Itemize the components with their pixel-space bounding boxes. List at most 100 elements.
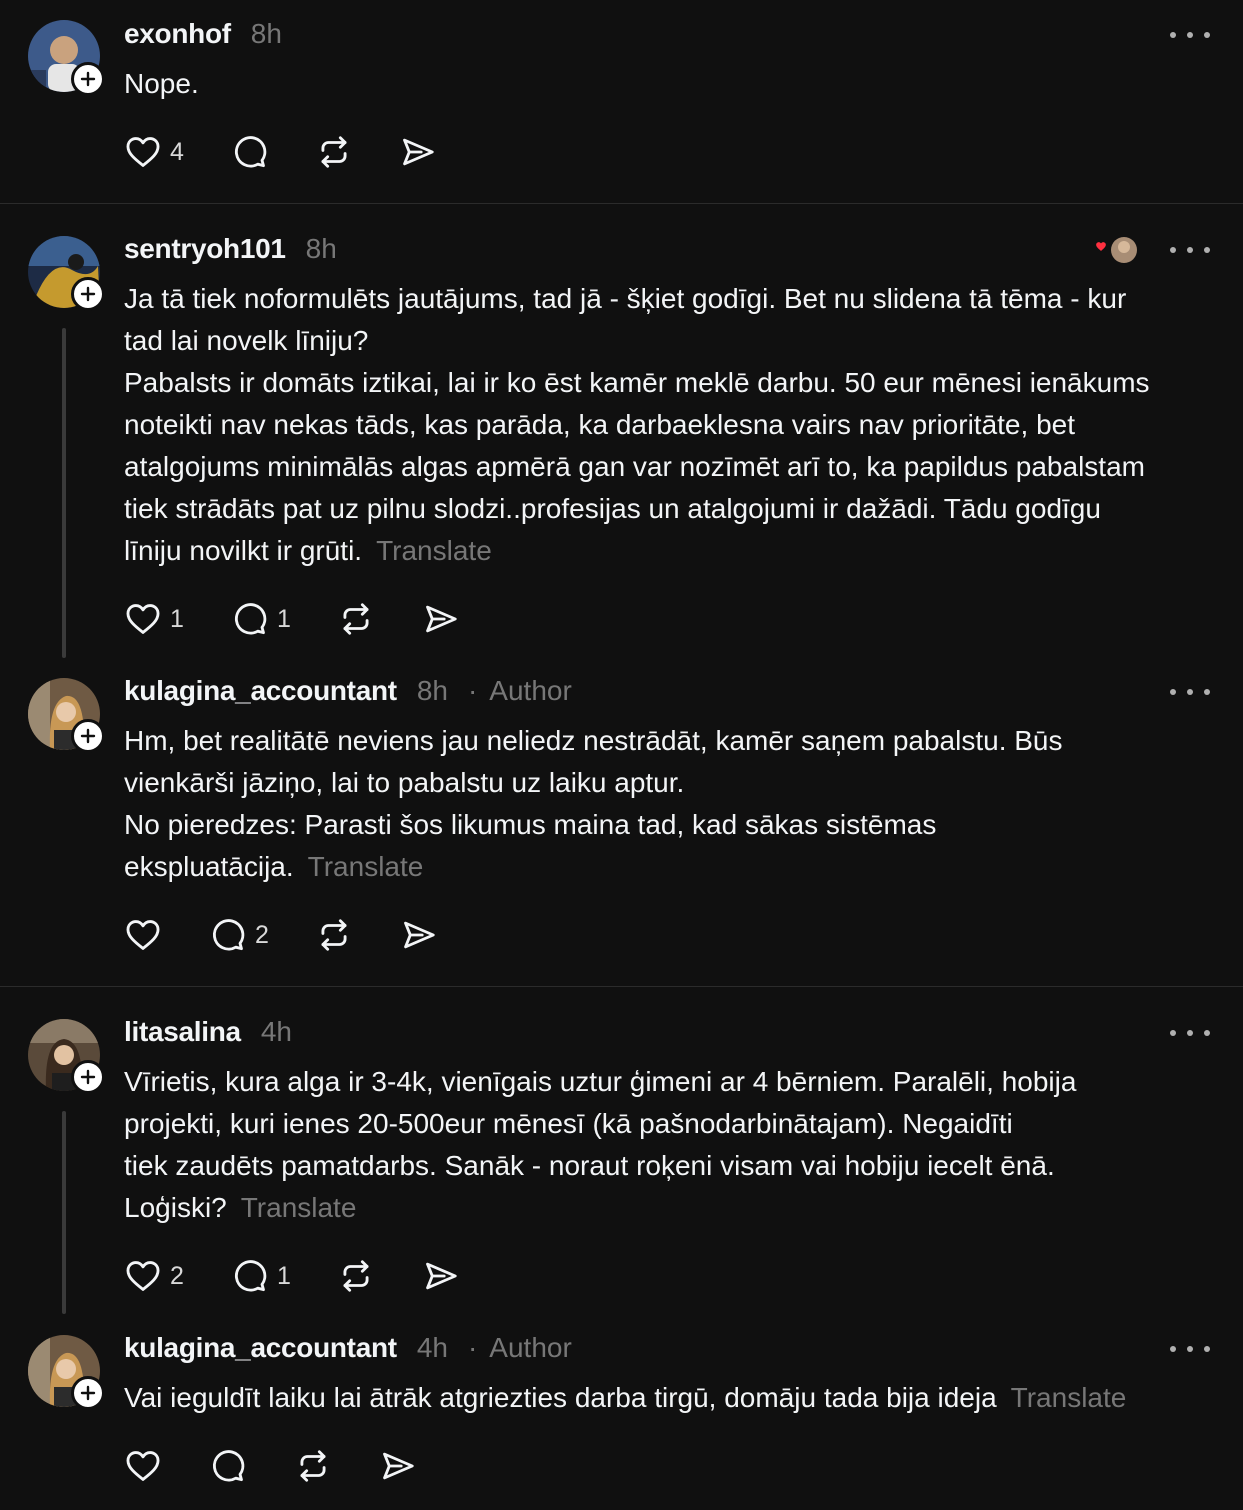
- post-body: Ja tā tiek noformulēts jautājums, tad jā…: [124, 278, 1224, 572]
- timestamp[interactable]: 4h: [261, 1016, 292, 1048]
- repost-button[interactable]: [315, 132, 353, 172]
- username[interactable]: kulagina_accountant: [124, 1332, 397, 1364]
- more-icon-dot: [1204, 689, 1210, 695]
- follow-button[interactable]: [71, 1060, 105, 1094]
- share-button[interactable]: [379, 1446, 417, 1486]
- timestamp[interactable]: 8h: [306, 233, 337, 265]
- username[interactable]: sentryoh101: [124, 233, 286, 265]
- like-button[interactable]: 2: [124, 1256, 184, 1296]
- post-text-line: Vai ieguldīt laiku lai ātrāk atgriezties…: [124, 1382, 997, 1413]
- more-button[interactable]: [1170, 25, 1210, 45]
- post-body: Hm, bet realitātē neviens jau neliedz ne…: [124, 720, 1224, 888]
- more-button[interactable]: [1170, 1023, 1210, 1043]
- more-icon-dot: [1170, 32, 1176, 38]
- follow-button[interactable]: [71, 62, 105, 96]
- reply-button[interactable]: 1: [231, 1256, 291, 1296]
- timestamp[interactable]: 4h: [417, 1332, 448, 1364]
- author-label: Author: [489, 675, 572, 706]
- more-icon-dot: [1187, 1346, 1193, 1352]
- username[interactable]: exonhof: [124, 18, 231, 50]
- comment-icon: [209, 1447, 247, 1485]
- heart-icon: [124, 1257, 162, 1295]
- more-icon-dot: [1170, 1346, 1176, 1352]
- like-button[interactable]: 4: [124, 132, 184, 172]
- reply-count: 2: [255, 920, 269, 949]
- post-header: kulagina_accountant 8h · Author: [124, 675, 572, 711]
- reply-count: 1: [277, 1261, 291, 1290]
- more-button[interactable]: [1170, 682, 1210, 702]
- reply-button[interactable]: [231, 132, 269, 172]
- more-icon-dot: [1204, 1346, 1210, 1352]
- post-text-line: Ja tā tiek noformulēts jautājums, tad jā…: [124, 283, 1127, 314]
- heart-icon: [124, 600, 162, 638]
- like-count: 4: [170, 137, 184, 166]
- share-icon: [399, 133, 437, 171]
- reply-button[interactable]: [209, 1446, 247, 1486]
- comment-icon: [209, 916, 247, 954]
- post-text-line: projekti, kuri ienes 20-500eur mēnesī (k…: [124, 1108, 1013, 1139]
- timestamp[interactable]: 8h: [251, 18, 282, 50]
- share-button[interactable]: [422, 599, 460, 639]
- more-icon-dot: [1170, 247, 1176, 253]
- thread-line: [62, 1111, 66, 1314]
- more-icon-dot: [1170, 1030, 1176, 1036]
- repost-button[interactable]: [294, 1446, 332, 1486]
- like-button[interactable]: [124, 1446, 162, 1486]
- separator-dot: ·: [467, 1332, 478, 1363]
- post-text-line: tad lai novelk līniju?: [124, 325, 369, 356]
- post-body: Vīrietis, kura alga ir 3-4k, vienīgais u…: [124, 1061, 1224, 1229]
- post-text-line: tiek strādāts pat uz pilnu slodzi..profe…: [124, 493, 1101, 524]
- plus-icon: [79, 1384, 97, 1402]
- post-body: Nope.: [124, 63, 1224, 105]
- more-button[interactable]: [1170, 240, 1210, 260]
- share-button[interactable]: [399, 132, 437, 172]
- translate-link[interactable]: Translate: [376, 535, 492, 566]
- more-icon-dot: [1204, 32, 1210, 38]
- comment-icon: [231, 133, 269, 171]
- author-badge: · Author: [468, 1332, 572, 1364]
- reply-count: 1: [277, 604, 291, 633]
- repost-button[interactable]: [315, 915, 353, 955]
- post-text-line: Vīrietis, kura alga ir 3-4k, vienīgais u…: [124, 1066, 1077, 1097]
- like-button[interactable]: [124, 915, 162, 955]
- share-icon: [422, 1257, 460, 1295]
- thread-line: [62, 328, 66, 658]
- more-icon-dot: [1204, 247, 1210, 253]
- heart-icon: [124, 133, 162, 171]
- username[interactable]: litasalina: [124, 1016, 241, 1048]
- post-header: litasalina 4h: [124, 1016, 292, 1052]
- post-body: Vai ieguldīt laiku lai ātrāk atgriezties…: [124, 1377, 1224, 1419]
- follow-button[interactable]: [71, 1376, 105, 1410]
- post-header: kulagina_accountant 4h · Author: [124, 1332, 572, 1368]
- repost-icon: [315, 133, 353, 171]
- heart-icon: [1096, 242, 1106, 251]
- reply-button[interactable]: 2: [209, 915, 269, 955]
- divider: [0, 203, 1243, 204]
- plus-icon: [79, 1068, 97, 1086]
- post-text-line: atalgojums minimālās algas apmērā gan va…: [124, 451, 1145, 482]
- share-button[interactable]: [422, 1256, 460, 1296]
- liked-by-author-indicator: [1094, 236, 1140, 266]
- translate-link[interactable]: Translate: [1011, 1382, 1127, 1413]
- separator-dot: ·: [467, 675, 478, 706]
- repost-button[interactable]: [337, 1256, 375, 1296]
- divider: [0, 986, 1243, 987]
- repost-icon: [315, 916, 353, 954]
- repost-button[interactable]: [337, 599, 375, 639]
- more-button[interactable]: [1170, 1339, 1210, 1359]
- post-text-line: ekspluatācija.: [124, 851, 294, 882]
- comment-icon: [231, 1257, 269, 1295]
- heart-icon: [124, 916, 162, 954]
- follow-button[interactable]: [71, 719, 105, 753]
- follow-button[interactable]: [71, 277, 105, 311]
- username[interactable]: kulagina_accountant: [124, 675, 397, 707]
- translate-link[interactable]: Translate: [241, 1192, 357, 1223]
- translate-link[interactable]: Translate: [308, 851, 424, 882]
- like-button[interactable]: 1: [124, 599, 184, 639]
- timestamp[interactable]: 8h: [417, 675, 448, 707]
- share-icon: [400, 916, 438, 954]
- reply-button[interactable]: 1: [231, 599, 291, 639]
- more-icon-dot: [1187, 32, 1193, 38]
- post-header: exonhof 8h: [124, 18, 282, 54]
- share-button[interactable]: [400, 915, 438, 955]
